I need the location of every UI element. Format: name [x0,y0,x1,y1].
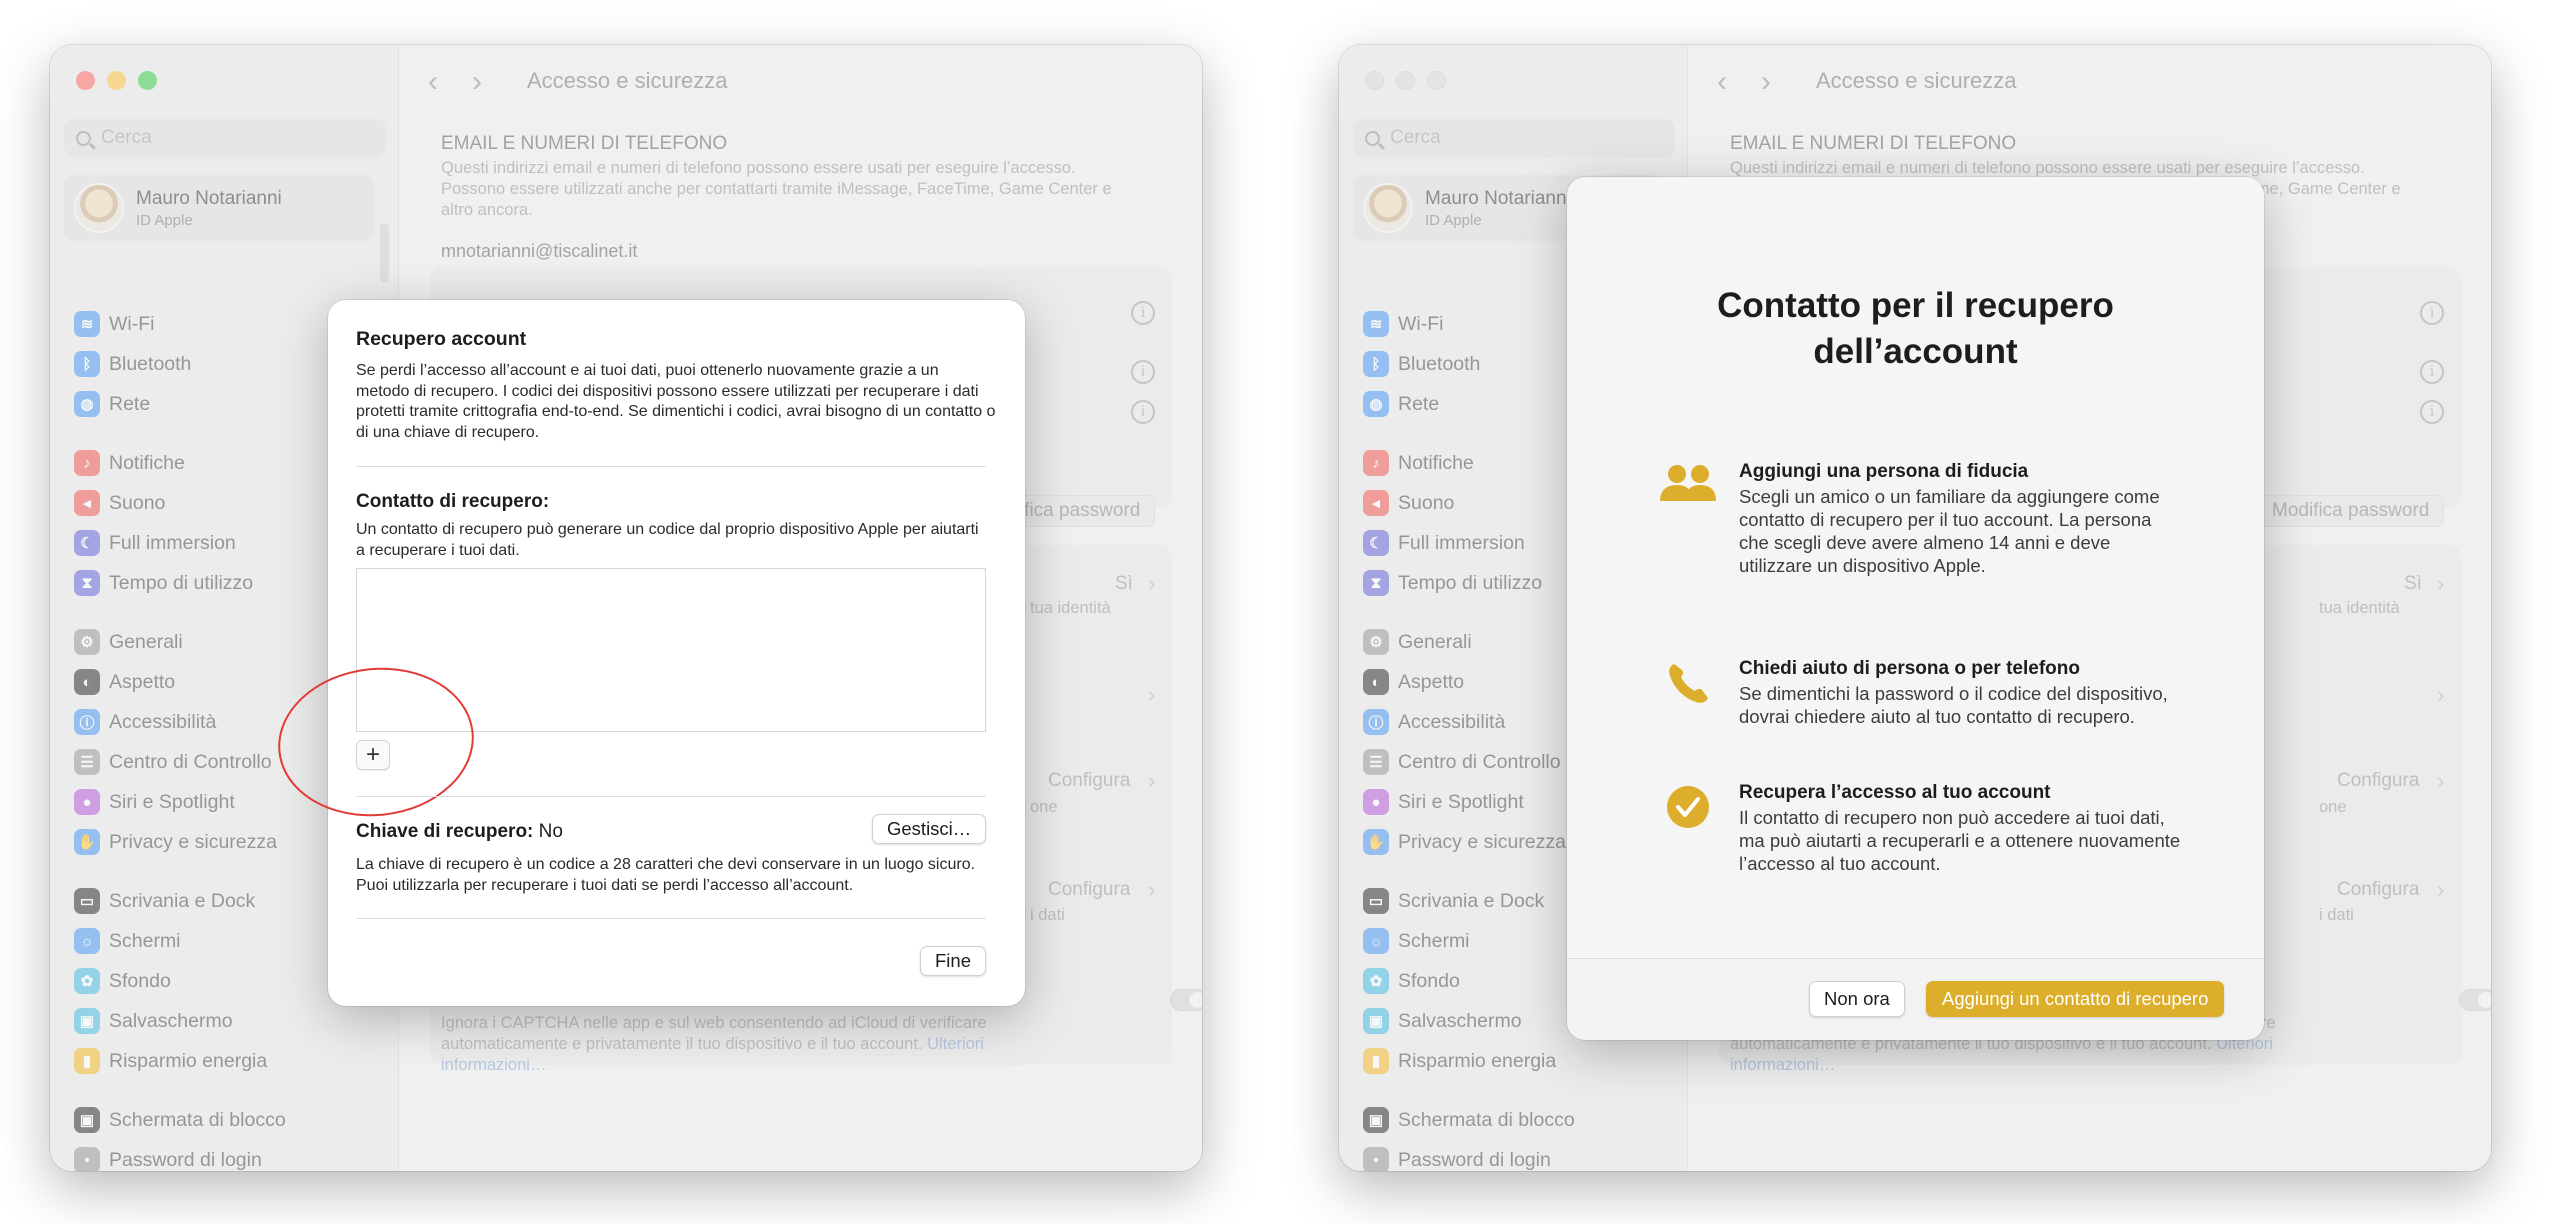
phone-icon [1657,660,1719,722]
feature-title: Recupera l’accesso al tuo account [1739,782,2051,803]
divider [356,796,986,797]
sheet-title-line: dell’account [1813,332,2018,371]
recovery-key-row: Chiave di recupero: No [356,821,563,843]
sheet-footer: Non ora Aggiungi un contatto di recupero [1567,958,2264,1040]
feature-ask-help: Chiedi aiuto di persona o per telefono S… [1665,658,2185,728]
feature-desc: Il contatto di recupero non può accedere… [1739,807,2181,874]
sheet-title-line: Contatto per il recupero [1717,286,2114,325]
sheet-title: Contatto per il recupero dell’account [1567,283,2264,375]
feature-desc: Scegli un amico o un familiare da aggiun… [1739,486,2160,576]
account-recovery-dialog: Recupero account Se perdi l’accesso all’… [270,300,1025,1006]
manage-button[interactable]: Gestisci… [872,814,987,844]
recovery-contact-sheet: Contatto per il recupero dell’account Ag… [1567,177,2264,1040]
recovery-key-desc: La chiave di recupero è un codice a 28 c… [356,856,976,894]
settings-window-left: Cerca Mauro Notarianni ID Apple ≋Wi-FiᛒB… [50,45,1202,1171]
add-recovery-contact-button[interactable]: Aggiungi un contatto di recupero [1926,981,2225,1017]
recovery-contact-heading: Contatto di recupero: [356,491,550,512]
dialog-intro: Se perdi l’accesso all’account e ai tuoi… [356,362,996,441]
recovery-contact-desc: Un contatto di recupero può generare un … [356,521,979,559]
divider [356,918,986,919]
feature-title: Chiedi aiuto di persona o per telefono [1739,658,2080,679]
settings-window-right: Cerca Mauro Notarianni ID Apple ≋Wi-FiᛒB… [1339,45,2491,1171]
feature-desc: Se dimentichi la password o il codice de… [1739,683,2168,727]
feature-recover-access: Recupera l’accesso al tuo account Il con… [1665,782,2185,875]
recovery-key-value: No [538,821,563,842]
not-now-button[interactable]: Non ora [1809,981,1905,1017]
done-button[interactable]: Fine [920,946,986,976]
checkmark-icon [1657,784,1719,846]
feature-title: Aggiungi una persona di fiducia [1739,461,2029,482]
people-icon [1657,463,1719,525]
divider [356,466,986,467]
recovery-key-heading: Chiave di recupero: [356,821,534,842]
dialog-title: Recupero account [356,328,527,350]
feature-trusted-person: Aggiungi una persona di fiducia Scegli u… [1660,461,2185,577]
